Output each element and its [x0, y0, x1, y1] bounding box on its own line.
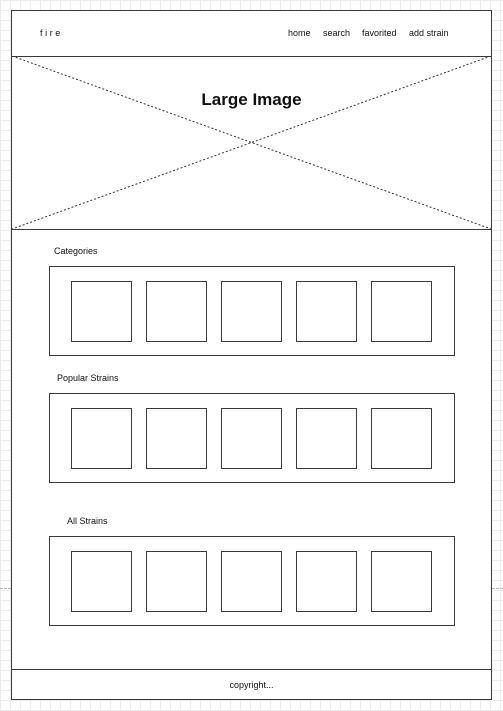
strain-tile[interactable] [221, 408, 282, 469]
category-tile[interactable] [146, 281, 207, 342]
popular-strains-row [49, 393, 455, 483]
section-label-popular-strains: Popular Strains [57, 373, 119, 383]
category-tile[interactable] [371, 281, 432, 342]
nav-add-strain[interactable]: add strain [409, 28, 449, 38]
category-tile[interactable] [296, 281, 357, 342]
nav-search[interactable]: search [323, 28, 350, 38]
strain-tile[interactable] [71, 408, 132, 469]
nav-favorited[interactable]: favorited [362, 28, 397, 38]
guide-line-left [0, 588, 11, 589]
all-strains-row [49, 536, 455, 626]
strain-tile[interactable] [221, 551, 282, 612]
categories-row [49, 266, 455, 356]
header: fire home search favorited add strain [12, 11, 491, 57]
section-label-all-strains: All Strains [67, 516, 108, 526]
strain-tile[interactable] [371, 408, 432, 469]
strain-tile[interactable] [146, 408, 207, 469]
hero-image-placeholder: Large Image [12, 56, 491, 230]
strain-tile[interactable] [146, 551, 207, 612]
hero-title: Large Image [201, 90, 302, 109]
category-tile[interactable] [221, 281, 282, 342]
strain-tile[interactable] [296, 551, 357, 612]
nav-home[interactable]: home [288, 28, 311, 38]
section-label-categories: Categories [54, 246, 98, 256]
strain-tile[interactable] [371, 551, 432, 612]
category-tile[interactable] [71, 281, 132, 342]
brand-logo[interactable]: fire [40, 28, 63, 38]
wireframe-page: fire home search favorited add strain La… [11, 10, 492, 700]
strain-tile[interactable] [71, 551, 132, 612]
strain-tile[interactable] [296, 408, 357, 469]
guide-line-right [492, 588, 503, 589]
copyright-text: copyright... [229, 680, 274, 690]
image-placeholder-cross [12, 56, 491, 229]
footer: copyright... [12, 669, 491, 700]
